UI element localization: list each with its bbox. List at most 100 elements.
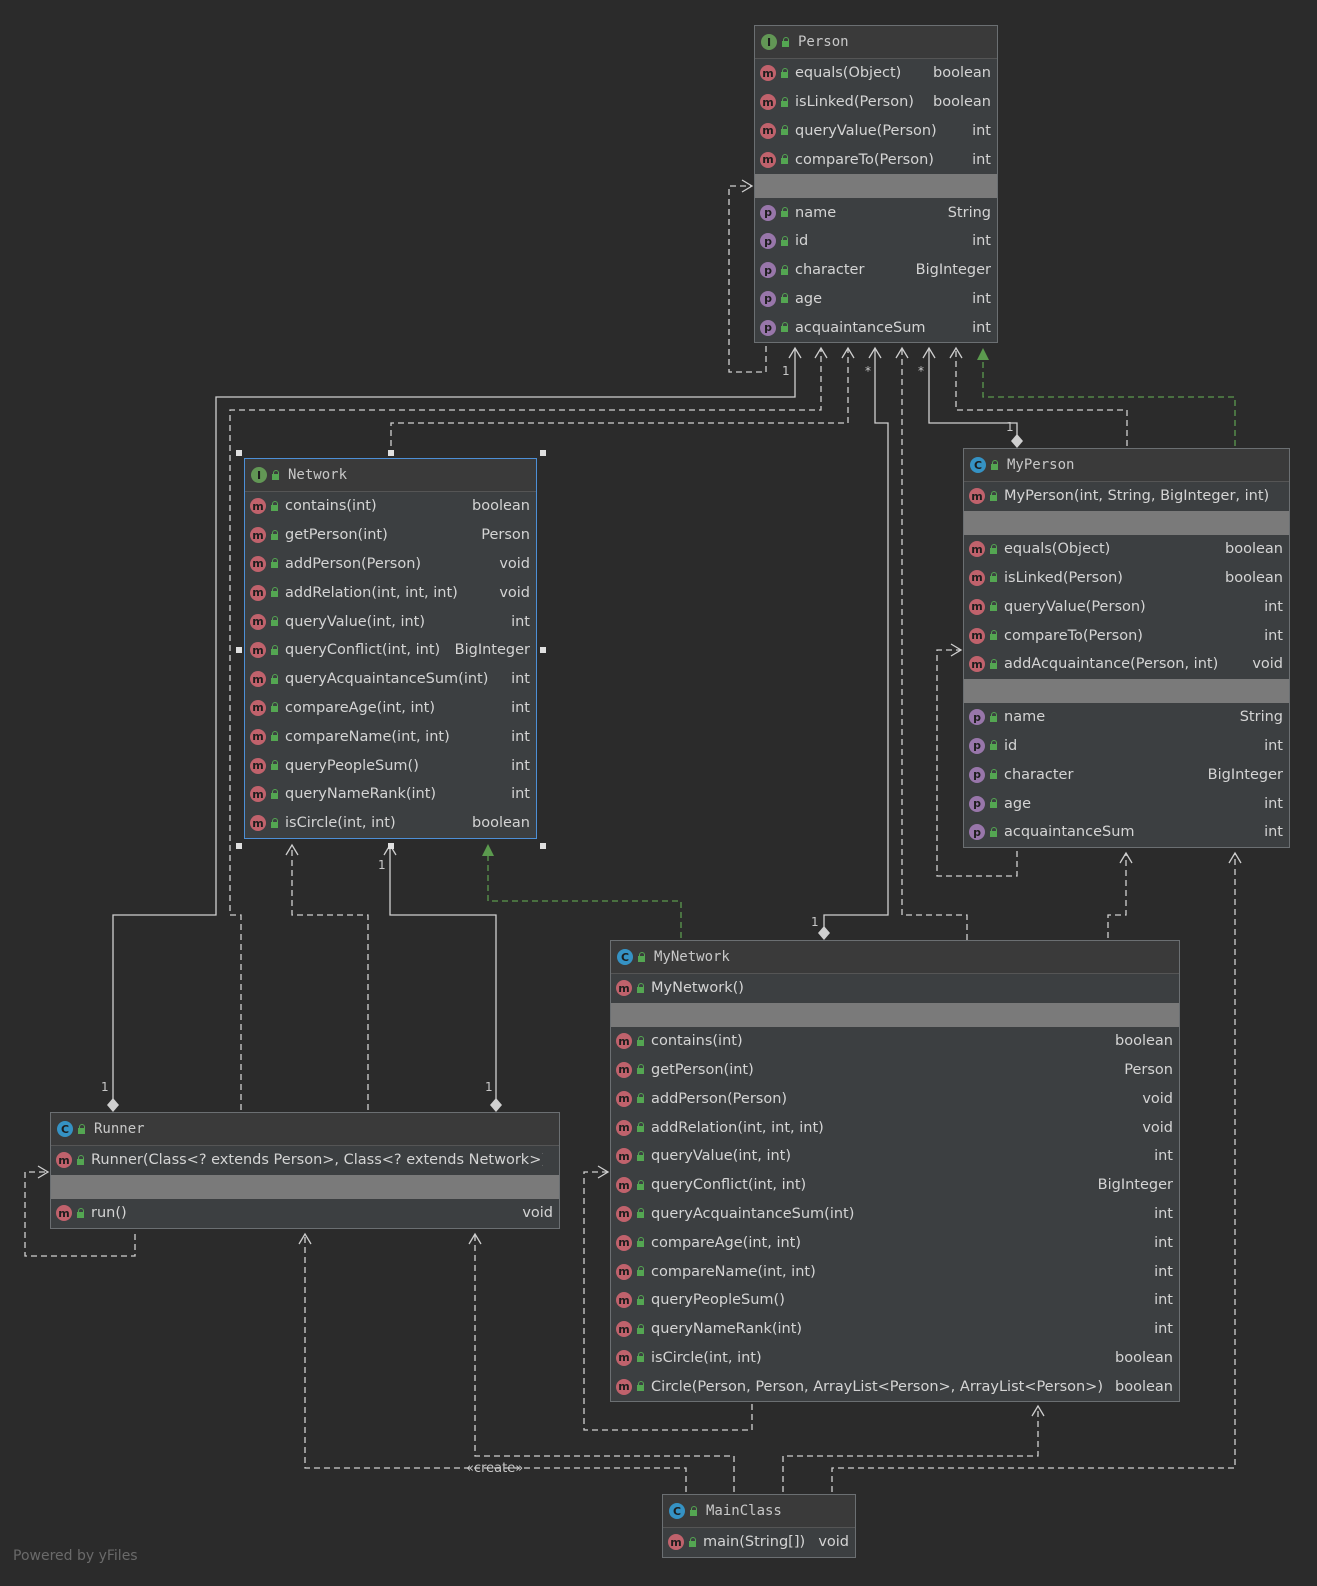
class-person[interactable]: I Person m equals(Object) boolean m isLinked(P… [754,25,998,344]
selection-handle[interactable] [236,647,242,653]
method-row[interactable]: m queryAcquaintanceSum(int) int [245,665,536,694]
selection-handle[interactable] [540,647,546,653]
method-row[interactable]: m equals(Object) boolean [964,535,1289,564]
class-mainclass[interactable]: C MainClass m main(String[]) void [662,1494,856,1558]
method-row[interactable]: m contains(int) boolean [611,1027,1179,1056]
member-name: contains(int) [651,1033,743,1050]
field-row[interactable]: p age int [964,789,1289,818]
method-row[interactable]: m addAcquaintance(Person, int) void [964,650,1289,679]
method-row[interactable]: m equals(Object) boolean [755,59,997,88]
property-icon: p [969,824,985,841]
method-row[interactable]: m compareTo(Person) int [755,145,997,174]
section-separator [964,678,1289,703]
method-row[interactable]: m getPerson(int) Person [245,521,536,550]
selection-handle[interactable] [388,843,394,849]
field-row[interactable]: p character BigInteger [964,760,1289,789]
member-name: getPerson(int) [651,1061,754,1078]
constructor-row[interactable]: m MyNetwork() [611,974,1179,1003]
method-icon: m [616,1263,632,1280]
method-row[interactable]: m queryNameRank(int) int [611,1315,1179,1344]
field-row[interactable]: p age int [755,285,997,314]
mult-label-network: 1 [378,858,386,872]
method-row[interactable]: m queryAcquaintanceSum(int) int [611,1200,1179,1229]
edge-line [389,845,497,1100]
lock-icon [636,1381,645,1392]
method-icon: m [668,1534,684,1551]
method-row[interactable]: m addRelation(int, int, int) void [245,578,536,607]
method-row[interactable]: m queryConflict(int, int) BigInteger [245,636,536,665]
mult-label-person-star-1: * [865,364,871,378]
lock-icon [989,658,998,669]
class-runner[interactable]: C Runner m Runner(Class<? extends Person>, … [50,1112,560,1229]
method-row[interactable]: m compareAge(int, int) int [245,694,536,723]
edge-line [982,360,1236,446]
lock-icon [989,543,998,554]
selection-handle[interactable] [236,450,242,456]
method-row[interactable]: m queryNameRank(int) int [245,780,536,809]
method-row[interactable]: m queryConflict(int, int) BigInteger [611,1171,1179,1200]
class-header[interactable]: C Runner [51,1113,559,1146]
class-header[interactable]: I Network [245,459,536,492]
lock-icon [636,982,645,993]
method-row[interactable]: m compareName(int, int) int [245,722,536,751]
field-row[interactable]: p id int [755,227,997,256]
method-row[interactable]: m main(String[]) void [663,1528,855,1557]
method-row[interactable]: m getPerson(int) Person [611,1056,1179,1085]
lock-icon [780,264,789,275]
selection-handle[interactable] [540,843,546,849]
lock-icon [270,616,279,627]
field-row[interactable]: p name String [755,198,997,227]
member-type: int [511,728,530,745]
field-row[interactable]: p acquaintanceSum int [755,313,997,342]
member-name: name [795,204,837,221]
class-header[interactable]: C MyPerson [964,449,1289,482]
class-header[interactable]: I Person [755,26,997,59]
edge-line [823,348,889,930]
selection-handle[interactable] [540,450,546,456]
method-row[interactable]: m isLinked(Person) boolean [964,564,1289,593]
method-icon: m [616,1177,632,1194]
constructor-row[interactable]: m Runner(Class<? extends Person>, Class<?… [51,1146,559,1175]
class-mynetwork[interactable]: C MyNetwork m MyNetwork() m contains(int) bool… [610,940,1180,1403]
method-row[interactable]: m queryValue(Person) int [964,592,1289,621]
member-name: id [1004,737,1018,754]
selection-handle[interactable] [388,450,394,456]
lock-icon [270,500,279,511]
member-name: queryPeopleSum() [651,1292,785,1309]
method-row[interactable]: m contains(int) boolean [245,492,536,521]
method-row[interactable]: m run() void [51,1199,559,1228]
method-row[interactable]: m addRelation(int, int, int) void [611,1113,1179,1142]
method-icon: m [250,815,266,832]
member-name: queryNameRank(int) [285,786,437,803]
method-row[interactable]: m queryValue(int, int) int [245,607,536,636]
class-network[interactable]: I Network m contains(int) boolean m getPerson(… [244,458,537,839]
method-row[interactable]: m queryValue(Person) int [755,117,997,146]
method-row[interactable]: m isLinked(Person) boolean [755,88,997,117]
selection-handle[interactable] [236,843,242,849]
method-row[interactable]: m queryPeopleSum() int [245,751,536,780]
method-row[interactable]: m addPerson(Person) void [245,550,536,579]
member-type: boolean [933,65,991,82]
member-name: compareName(int, int) [651,1263,816,1280]
aggregation-diamond [818,926,830,940]
class-header[interactable]: C MainClass [663,1495,855,1528]
method-row[interactable]: m isCircle(int, int) boolean [611,1344,1179,1373]
method-row[interactable]: m addPerson(Person) void [611,1084,1179,1113]
field-row[interactable]: p character BigInteger [755,256,997,285]
field-row[interactable]: p id int [964,732,1289,761]
method-row[interactable]: m compareAge(int, int) int [611,1228,1179,1257]
lock-icon [636,1323,645,1334]
method-row[interactable]: m queryValue(int, int) int [611,1142,1179,1171]
class-myperson[interactable]: C MyPerson m MyPerson(int, String, BigInteg… [963,448,1290,848]
field-row[interactable]: p acquaintanceSum int [964,818,1289,847]
constructor-row[interactable]: m MyPerson(int, String, BigInteger, int) [964,482,1289,511]
method-row[interactable]: m queryPeopleSum() int [611,1286,1179,1315]
method-row[interactable]: m compareTo(Person) int [964,621,1289,650]
class-header[interactable]: C MyNetwork [611,941,1179,974]
field-row[interactable]: p name String [964,703,1289,732]
lock-icon [989,798,998,809]
method-row[interactable]: m compareName(int, int) int [611,1257,1179,1286]
class-name: MyPerson [1007,457,1075,473]
method-row[interactable]: m Circle(Person, Person, ArrayList<Person… [611,1372,1179,1401]
method-row[interactable]: m isCircle(int, int) boolean [245,809,536,838]
